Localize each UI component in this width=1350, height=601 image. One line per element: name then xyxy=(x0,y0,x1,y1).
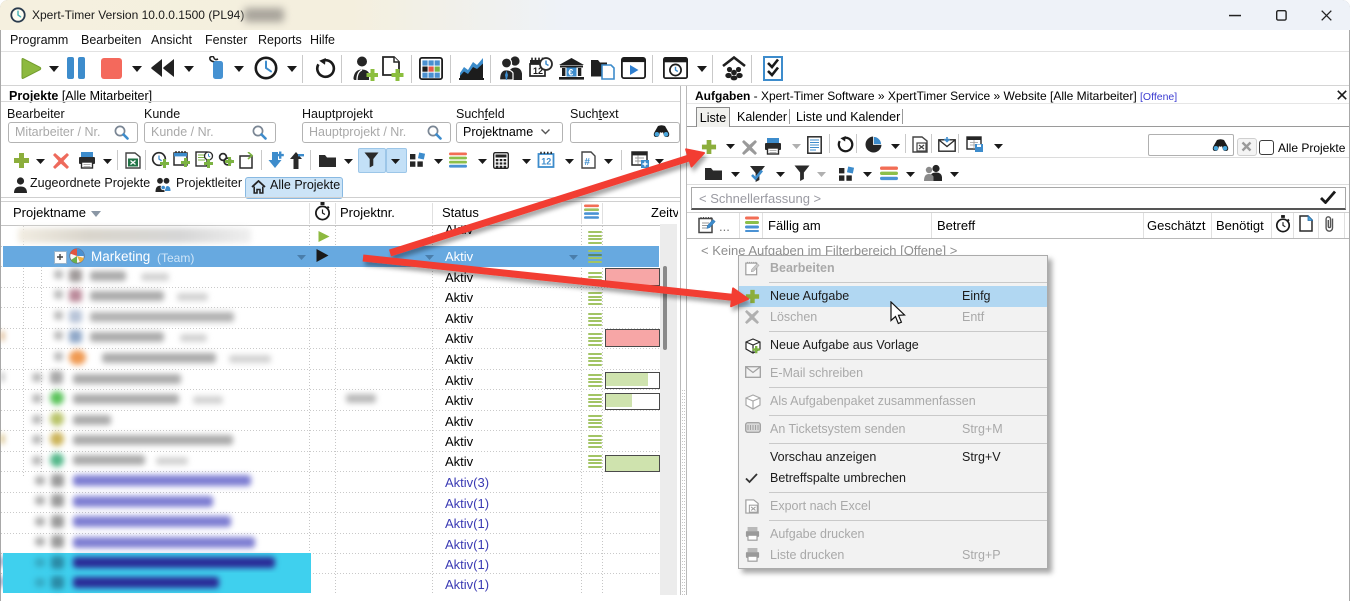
svg-text:#: # xyxy=(584,157,590,168)
svg-text:€: € xyxy=(568,67,573,77)
svg-text:12: 12 xyxy=(541,157,551,167)
